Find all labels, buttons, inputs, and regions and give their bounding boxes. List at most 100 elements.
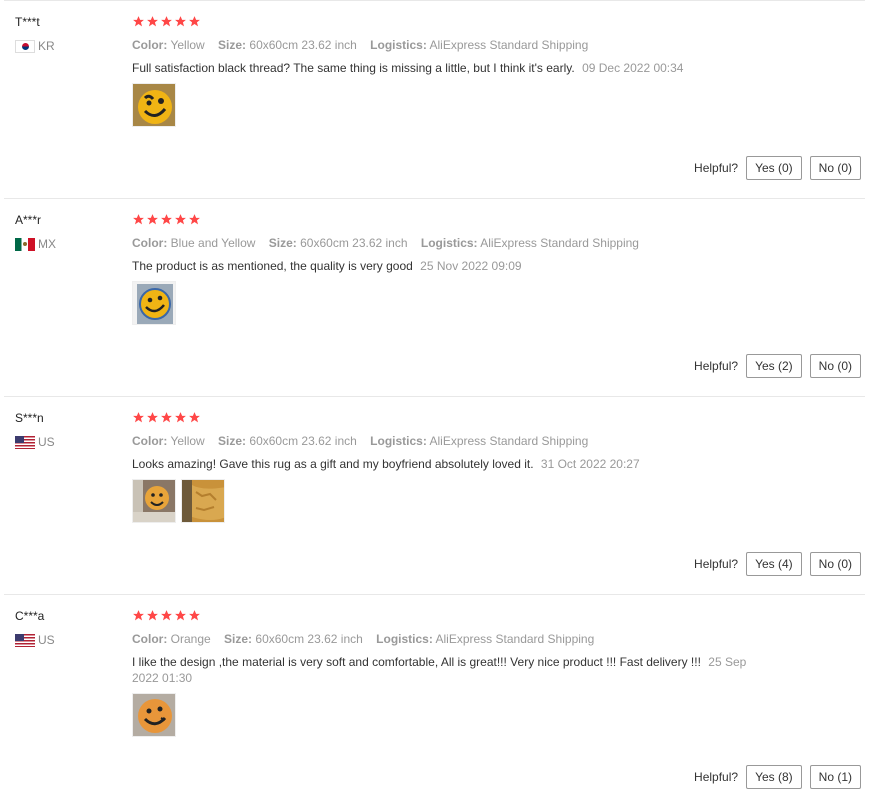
rating-stars xyxy=(132,15,201,29)
helpful-yes-button[interactable]: Yes (4) xyxy=(746,552,802,576)
star-icon xyxy=(146,609,159,622)
star-icon xyxy=(188,411,201,424)
review-text: Looks amazing! Gave this rug as a gift a… xyxy=(132,457,534,471)
helpful-yes-button[interactable]: Yes (8) xyxy=(746,765,802,789)
review-text: The product is as mentioned, the quality… xyxy=(132,259,413,273)
review-text: I like the design ,the material is very … xyxy=(132,655,701,669)
review-photo[interactable] xyxy=(132,479,176,523)
star-icon xyxy=(188,213,201,226)
helpful-section: Helpful? Yes (2) No (0) xyxy=(694,354,861,378)
color-label: Color: xyxy=(132,632,168,646)
review-photo[interactable] xyxy=(132,281,176,325)
color-label: Color: xyxy=(132,236,168,250)
helpful-no-button[interactable]: No (0) xyxy=(809,354,861,378)
helpful-label: Helpful? xyxy=(694,557,739,571)
helpful-section: Helpful? Yes (4) No (0) xyxy=(694,552,861,576)
star-icon xyxy=(174,213,187,226)
helpful-label: Helpful? xyxy=(694,161,739,175)
reviewer-name: A***r xyxy=(15,213,42,227)
star-icon xyxy=(174,411,187,424)
review-photos xyxy=(132,281,176,325)
south-korea-flag-icon xyxy=(15,39,35,53)
star-icon xyxy=(132,213,145,226)
star-icon xyxy=(188,609,201,622)
star-icon xyxy=(132,609,145,622)
rating-stars xyxy=(132,213,201,227)
rating-stars xyxy=(132,609,201,623)
review-photos xyxy=(132,693,176,737)
color-value: Blue and Yellow xyxy=(170,236,256,250)
star-icon xyxy=(174,15,187,28)
logistics-label: Logistics: xyxy=(376,632,433,646)
helpful-yes-button[interactable]: Yes (0) xyxy=(746,156,802,180)
logistics-label: Logistics: xyxy=(420,236,478,250)
review-item: A***r MX Color: Blue and Yellow Size: 60… xyxy=(4,198,865,396)
color-label: Color: xyxy=(132,434,168,448)
logistics-label: Logistics: xyxy=(370,38,427,52)
review-photo[interactable] xyxy=(181,479,225,523)
star-icon xyxy=(146,411,159,424)
size-value: 60x60cm 23.62 inch xyxy=(249,434,357,448)
helpful-no-button[interactable]: No (0) xyxy=(809,552,861,576)
logistics-value: AliExpress Standard Shipping xyxy=(435,632,595,646)
star-icon xyxy=(160,411,173,424)
helpful-no-button[interactable]: No (1) xyxy=(809,765,861,789)
reviewer-name: C***a xyxy=(15,609,45,623)
review-text: Full satisfaction black thread? The same… xyxy=(132,61,575,75)
usa-flag-icon xyxy=(15,633,35,647)
review-item: T***t KR Color: Yellow Size: 60x60cm 23.… xyxy=(4,0,865,198)
rating-stars xyxy=(132,411,201,425)
size-label: Size: xyxy=(224,632,253,646)
star-icon xyxy=(174,609,187,622)
review-text-block: The product is as mentioned, the quality… xyxy=(132,258,772,274)
color-value: Yellow xyxy=(170,38,205,52)
star-icon xyxy=(132,411,145,424)
review-text-block: I like the design ,the material is very … xyxy=(132,654,772,686)
review-date: 25 Nov 2022 09:09 xyxy=(420,259,522,273)
logistics-value: AliExpress Standard Shipping xyxy=(429,38,589,52)
reviewer-name: T***t xyxy=(15,15,40,29)
review-photo[interactable] xyxy=(132,83,176,127)
review-photo[interactable] xyxy=(132,693,176,737)
color-value: Orange xyxy=(170,632,211,646)
country-code: KR xyxy=(38,39,55,53)
star-icon xyxy=(132,15,145,28)
review-item: C***a US Color: Orange Size: 60x60cm 23.… xyxy=(4,594,865,790)
reviewer-country: KR xyxy=(15,39,55,53)
color-value: Yellow xyxy=(170,434,205,448)
helpful-label: Helpful? xyxy=(694,770,739,784)
review-photos xyxy=(132,83,176,127)
size-value: 60x60cm 23.62 inch xyxy=(249,38,357,52)
color-label: Color: xyxy=(132,38,168,52)
logistics-value: AliExpress Standard Shipping xyxy=(480,236,639,250)
star-icon xyxy=(160,609,173,622)
size-label: Size: xyxy=(218,38,247,52)
review-attributes: Color: Yellow Size: 60x60cm 23.62 inch L… xyxy=(132,38,598,52)
review-attributes: Color: Yellow Size: 60x60cm 23.62 inch L… xyxy=(132,434,598,448)
helpful-section: Helpful? Yes (8) No (1) xyxy=(694,765,861,789)
star-icon xyxy=(160,213,173,226)
usa-flag-icon xyxy=(15,435,35,449)
mexico-flag-icon xyxy=(15,237,35,251)
review-date: 31 Oct 2022 20:27 xyxy=(540,457,640,471)
size-value: 60x60cm 23.62 inch xyxy=(255,632,363,646)
size-value: 60x60cm 23.62 inch xyxy=(300,236,408,250)
reviewer-country: US xyxy=(15,633,55,647)
size-label: Size: xyxy=(268,236,297,250)
logistics-value: AliExpress Standard Shipping xyxy=(429,434,589,448)
review-attributes: Color: Orange Size: 60x60cm 23.62 inch L… xyxy=(132,632,604,646)
reviewer-country: MX xyxy=(15,237,56,251)
star-icon xyxy=(188,15,201,28)
country-code: MX xyxy=(38,237,56,251)
star-icon xyxy=(160,15,173,28)
reviewer-country: US xyxy=(15,435,55,449)
helpful-no-button[interactable]: No (0) xyxy=(809,156,861,180)
star-icon xyxy=(146,213,159,226)
review-text-block: Full satisfaction black thread? The same… xyxy=(132,60,772,76)
size-label: Size: xyxy=(218,434,247,448)
review-text-block: Looks amazing! Gave this rug as a gift a… xyxy=(132,456,772,472)
helpful-yes-button[interactable]: Yes (2) xyxy=(746,354,802,378)
review-attributes: Color: Blue and Yellow Size: 60x60cm 23.… xyxy=(132,236,649,250)
review-date: 09 Dec 2022 00:34 xyxy=(582,61,684,75)
logistics-label: Logistics: xyxy=(370,434,427,448)
